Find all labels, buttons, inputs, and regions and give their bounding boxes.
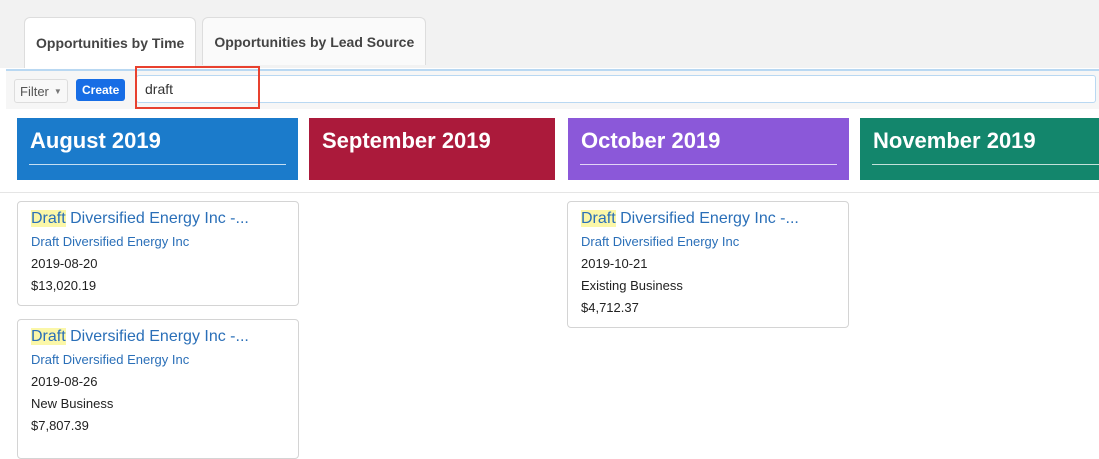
close-date: 2019-08-26 (31, 374, 98, 389)
opportunity-title-link[interactable]: Draft Diversified Energy Inc -... (31, 325, 285, 349)
search-input[interactable]: draft (136, 75, 1096, 103)
account-link[interactable]: Draft Diversified Energy Inc (31, 231, 285, 253)
filter-dropdown-button[interactable]: Filter ▼ (14, 79, 68, 103)
caret-down-icon: ▼ (53, 86, 62, 96)
opportunity-title-link[interactable]: Draft Diversified Energy Inc -... (581, 207, 835, 231)
title-text: Diversified Energy Inc -... (65, 210, 249, 227)
amount: $13,020.19 (31, 278, 97, 293)
column-title: November 2019 (873, 128, 1036, 153)
close-date: 2019-10-21 (581, 256, 648, 271)
opportunity-card[interactable]: Draft Diversified Energy Inc -... Draft … (17, 319, 299, 459)
header-divider (0, 192, 1099, 193)
create-label: Create (82, 83, 120, 97)
search-match-highlight: Draft (581, 210, 616, 227)
opportunity-card[interactable]: Draft Diversified Energy Inc -... Draft … (567, 201, 849, 328)
column-header-october-2019: October 2019 (568, 118, 849, 180)
column-title: October 2019 (581, 128, 721, 153)
tab-opportunities-by-time[interactable]: Opportunities by Time (24, 17, 197, 68)
search-match-highlight: Draft (31, 328, 66, 345)
title-text: Diversified Energy Inc -... (65, 328, 249, 345)
create-filter-button[interactable]: Create (76, 79, 126, 101)
column-title: September 2019 (322, 128, 491, 153)
opportunity-card[interactable]: Draft Diversified Energy Inc -... Draft … (17, 201, 299, 306)
column-header-august-2019: August 2019 (17, 118, 298, 180)
column-header-november-2019: November 2019 (860, 118, 1099, 180)
tab-label: Opportunities by Lead Source (214, 33, 415, 50)
header-rule (872, 164, 1099, 165)
amount: $7,807.39 (31, 418, 89, 433)
header-rule (29, 164, 286, 165)
amount: $4,712.37 (581, 300, 639, 315)
column-title: August 2019 (30, 128, 161, 153)
header-rule (580, 164, 837, 165)
filter-bar: Filter ▼ Create draft (6, 69, 1099, 109)
account-link[interactable]: Draft Diversified Energy Inc (581, 231, 835, 253)
tab-bar: Opportunities by Time Opportunities by L… (0, 0, 1099, 68)
filter-label: Filter (20, 83, 49, 99)
account-link[interactable]: Draft Diversified Energy Inc (31, 349, 285, 371)
title-text: Diversified Energy Inc -... (615, 210, 799, 227)
opportunity-type: New Business (31, 396, 114, 411)
search-value: draft (145, 81, 174, 97)
close-date: 2019-08-20 (31, 256, 98, 271)
tab-label: Opportunities by Time (36, 35, 185, 51)
search-match-highlight: Draft (31, 210, 66, 227)
opportunity-title-link[interactable]: Draft Diversified Energy Inc -... (31, 207, 285, 231)
tab-opportunities-by-lead-source[interactable]: Opportunities by Lead Source (202, 17, 427, 65)
opportunity-type: Existing Business (581, 278, 683, 293)
column-header-september-2019: September 2019 (309, 118, 555, 180)
